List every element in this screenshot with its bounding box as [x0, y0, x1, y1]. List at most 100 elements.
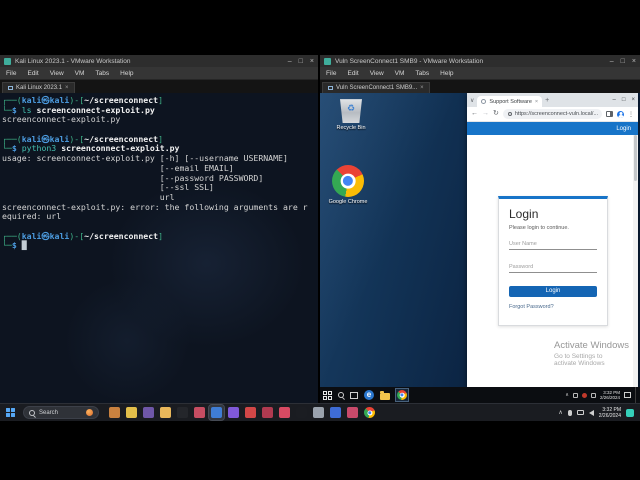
- desktop-icon-google-chrome[interactable]: Google Chrome: [325, 165, 371, 205]
- site-info-icon[interactable]: [508, 112, 512, 116]
- tray-app-icon[interactable]: [573, 393, 578, 398]
- taskbar-clock[interactable]: 3:32 PM 2/26/2024: [600, 390, 620, 401]
- redpink-app-taskbar-button[interactable]: [192, 405, 207, 420]
- scrollbar-thumb[interactable]: [634, 135, 637, 181]
- menu-file[interactable]: File: [6, 70, 16, 77]
- vmware-workstation-taskbar-button[interactable]: [209, 405, 224, 420]
- vm-tab-kali[interactable]: Kali Linux 2023.1 ×: [2, 82, 75, 93]
- display-icon[interactable]: [577, 410, 584, 415]
- terminal-text: [--email EMAIL]: [2, 163, 234, 173]
- red-app-taskbar-button[interactable]: [243, 405, 258, 420]
- menu-help[interactable]: Help: [120, 70, 133, 77]
- blue-app-taskbar-button[interactable]: [328, 405, 343, 420]
- music-app-taskbar-button[interactable]: [277, 405, 292, 420]
- forgot-password-link[interactable]: Forgot Password?: [509, 304, 597, 310]
- chrome-toolbar: ← → ↻ https://screenconnect-vuln.local/.…: [467, 107, 638, 122]
- tab-search-icon[interactable]: ∨: [470, 97, 474, 104]
- terminal-text: ┌──(: [2, 231, 22, 241]
- terminal-text: kali㉿kali: [22, 134, 70, 144]
- browser-close-icon[interactable]: ×: [631, 97, 635, 103]
- edge-icon[interactable]: e: [364, 390, 374, 400]
- menu-edit[interactable]: Edit: [347, 70, 358, 77]
- minimize-icon[interactable]: –: [610, 58, 614, 65]
- terminal-app-taskbar-button[interactable]: [175, 405, 190, 420]
- vm-tab-close-icon[interactable]: ×: [420, 85, 424, 91]
- start-icon[interactable]: [323, 391, 332, 400]
- vmware-window-kali: Kali Linux 2023.1 - VMware Workstation –…: [0, 55, 318, 403]
- microphone-icon[interactable]: [568, 410, 572, 416]
- terminal-text: └─: [2, 240, 12, 250]
- restore-icon[interactable]: □: [299, 58, 303, 65]
- file-explorer-icon[interactable]: [380, 393, 390, 400]
- back-icon[interactable]: ←: [471, 110, 478, 118]
- terminal-line: screenconnect-exploit.py: [2, 115, 316, 125]
- show-desktop-button[interactable]: [635, 387, 637, 403]
- violet-app-taskbar-button[interactable]: [226, 405, 241, 420]
- vmware-player-taskbar-button[interactable]: [311, 405, 326, 420]
- menu-tabs[interactable]: Tabs: [415, 70, 429, 77]
- terminal-text: ┌──(: [2, 95, 22, 105]
- volume-icon[interactable]: [589, 410, 594, 416]
- tray-chevron-up-icon[interactable]: ∧: [558, 409, 562, 416]
- tray-chevron-up-icon[interactable]: ∧: [565, 392, 569, 398]
- close-icon[interactable]: ×: [310, 58, 314, 65]
- chrome-browser-taskbar-button[interactable]: [362, 405, 377, 420]
- chrome-taskbar-active[interactable]: [396, 389, 408, 401]
- chrome-menu-icon[interactable]: ⋮: [628, 111, 634, 118]
- menu-edit[interactable]: Edit: [27, 70, 38, 77]
- start-icon[interactable]: [6, 408, 16, 418]
- vm-tab-windows[interactable]: Vuln ScreenConnect1 SMB9... ×: [322, 82, 430, 93]
- notification-badge[interactable]: [626, 409, 634, 417]
- vm-tab-close-icon[interactable]: ×: [65, 85, 69, 91]
- password-field[interactable]: [509, 263, 597, 273]
- pink-app-taskbar-button[interactable]: [345, 405, 360, 420]
- minimize-icon[interactable]: –: [288, 58, 292, 65]
- menu-tabs[interactable]: Tabs: [95, 70, 109, 77]
- watermark-line: Activate Windows: [554, 340, 629, 351]
- screen: Kali Linux 2023.1 - VMware Workstation –…: [0, 0, 640, 480]
- host-search-box[interactable]: Search: [23, 406, 99, 419]
- purple-app-taskbar-button[interactable]: [141, 405, 156, 420]
- kali-titlebar[interactable]: Kali Linux 2023.1 - VMware Workstation –…: [0, 55, 318, 67]
- new-tab-icon[interactable]: +: [545, 97, 549, 104]
- desktop-icon-recycle-bin[interactable]: Recycle Bin: [328, 97, 374, 131]
- windows-desktop[interactable]: Recycle Bin Google Chrome ∨ Support Soft…: [320, 93, 640, 387]
- browser-tab[interactable]: Support Software ×: [477, 96, 542, 107]
- menu-help[interactable]: Help: [440, 70, 453, 77]
- task-view-icon[interactable]: [350, 392, 358, 399]
- profile-avatar[interactable]: [617, 111, 624, 118]
- tray-pen-icon[interactable]: [591, 393, 596, 398]
- restore-icon[interactable]: □: [621, 58, 625, 65]
- windows-titlebar[interactable]: Vuln ScreenConnect1 SMB9 - VMware Workst…: [320, 55, 640, 67]
- page-scrollbar[interactable]: [633, 135, 638, 387]
- crimson-app-taskbar-button[interactable]: [260, 405, 275, 420]
- action-center-icon[interactable]: [624, 392, 631, 398]
- browser-restore-icon[interactable]: □: [622, 97, 626, 103]
- browser-minimize-icon[interactable]: –: [613, 97, 616, 103]
- file-explorer-taskbar-button[interactable]: [158, 405, 173, 420]
- tray-notification-icon[interactable]: [582, 393, 587, 398]
- menu-file[interactable]: File: [326, 70, 336, 77]
- yellow-app-taskbar-button[interactable]: [124, 405, 139, 420]
- login-button[interactable]: Login: [509, 286, 597, 297]
- menu-vm[interactable]: VM: [395, 70, 405, 77]
- tab-close-icon[interactable]: ×: [535, 99, 538, 105]
- vm-monitor-icon: [328, 86, 333, 90]
- terminal-line: equired: url: [2, 212, 316, 222]
- kali-terminal[interactable]: ┌──(kali㉿kali)-[~/screenconnect]└─$ ls s…: [0, 93, 318, 403]
- menu-vm[interactable]: VM: [75, 70, 85, 77]
- search-icon[interactable]: [338, 392, 344, 398]
- reload-icon[interactable]: ↻: [493, 110, 499, 118]
- login-subtitle: Please login to continue.: [509, 225, 597, 231]
- side-panel-icon[interactable]: [606, 111, 613, 117]
- header-login-link[interactable]: Login: [616, 126, 631, 132]
- close-icon[interactable]: ×: [632, 58, 636, 65]
- menu-view[interactable]: View: [50, 70, 64, 77]
- menu-view[interactable]: View: [370, 70, 384, 77]
- stack-app-taskbar-button[interactable]: [107, 405, 122, 420]
- username-field[interactable]: [509, 240, 597, 250]
- clock-app-taskbar-button[interactable]: [294, 405, 309, 420]
- address-bar[interactable]: https://screenconnect-vuln.local/...: [503, 109, 602, 119]
- desktop-icon-label: Recycle Bin: [328, 125, 374, 131]
- host-clock[interactable]: 3:32 PM 2/26/2024: [599, 407, 621, 419]
